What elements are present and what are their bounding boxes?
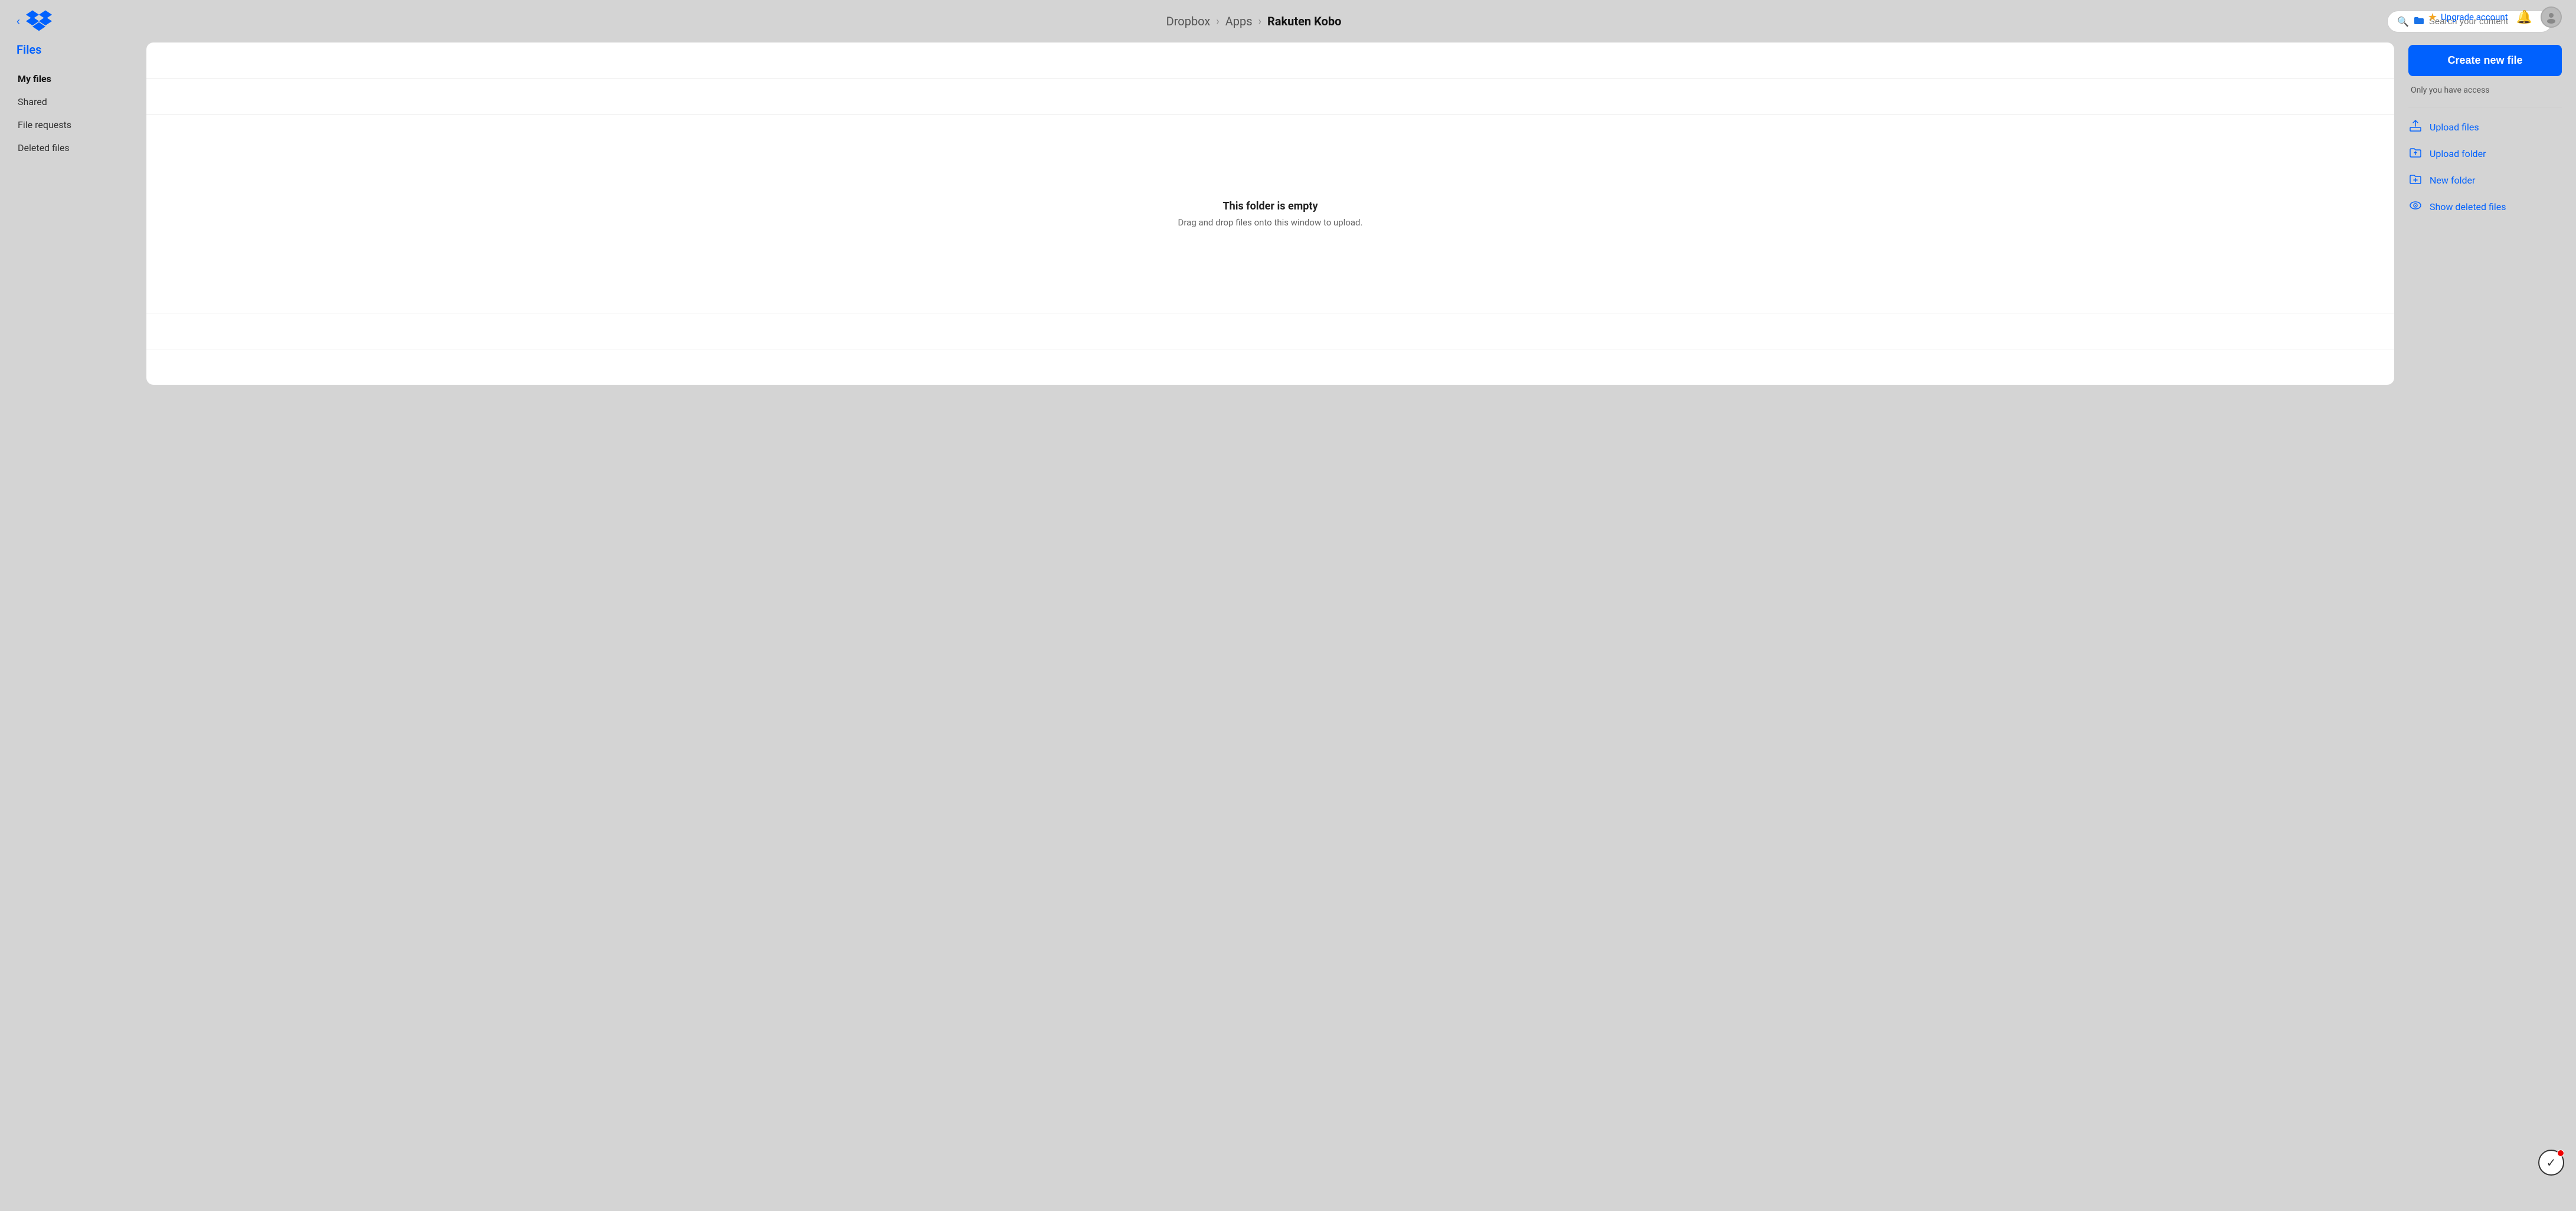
red-dot-badge (2557, 1150, 2564, 1157)
upload-folder-label: Upload folder (2430, 148, 2486, 159)
sidebar: Files My files Shared File requests Dele… (14, 42, 132, 1192)
sidebar-toggle-button[interactable]: ‹ (14, 13, 22, 30)
empty-state: This folder is empty Drag and drop files… (146, 114, 2394, 313)
new-folder-icon (2408, 172, 2423, 188)
upload-folder-action[interactable]: Upload folder (2408, 146, 2562, 162)
right-panel: Create new file Only you have access Upl… (2408, 42, 2562, 1192)
upgrade-label: Upgrade account (2441, 12, 2508, 22)
topbar: ‹ Dropbox › Apps › Rakuten Kobo 🔍 (0, 0, 2576, 42)
sidebar-item-shared[interactable]: Shared (14, 91, 132, 112)
new-folder-action[interactable]: New folder (2408, 172, 2562, 188)
show-deleted-label: Show deleted files (2430, 201, 2506, 212)
upgrade-account-link[interactable]: ★ Upgrade account (2428, 11, 2508, 24)
star-icon: ★ (2428, 11, 2437, 24)
new-folder-label: New folder (2430, 175, 2475, 186)
file-browser-row-1 (146, 78, 2394, 114)
notifications-button[interactable]: 🔔 (2513, 6, 2536, 28)
breadcrumb-sep2: › (1258, 15, 1261, 28)
show-deleted-icon (2408, 199, 2423, 215)
sidebar-nav: My files Shared File requests Deleted fi… (14, 68, 132, 158)
upload-files-label: Upload files (2430, 122, 2479, 133)
topbar-right-actions: ★ Upgrade account 🔔 (2428, 6, 2562, 28)
folder-filter-icon (2414, 16, 2424, 27)
checkmark-badge[interactable]: ✓ (2538, 1150, 2564, 1176)
dropbox-logo (26, 7, 52, 35)
panel-actions: Upload files Upload folder (2408, 119, 2562, 215)
sidebar-item-file-requests[interactable]: File requests (14, 114, 132, 135)
search-icon: 🔍 (2397, 16, 2409, 27)
file-browser-row-3 (146, 349, 2394, 385)
upload-files-action[interactable]: Upload files (2408, 119, 2562, 135)
create-new-file-button[interactable]: Create new file (2408, 45, 2562, 76)
logo-area: ‹ (14, 7, 120, 35)
file-browser: This folder is empty Drag and drop files… (146, 42, 2394, 385)
file-browser-header-row (146, 42, 2394, 78)
main-layout: Files My files Shared File requests Dele… (0, 42, 2576, 1206)
breadcrumb: Dropbox › Apps › Rakuten Kobo (1166, 14, 1342, 28)
sidebar-item-deleted-files[interactable]: Deleted files (14, 138, 132, 158)
empty-state-title: This folder is empty (1222, 200, 1318, 212)
sidebar-section-title: Files (14, 42, 132, 57)
breadcrumb-area: Dropbox › Apps › Rakuten Kobo (120, 14, 2387, 28)
breadcrumb-apps[interactable]: Apps (1225, 14, 1253, 28)
breadcrumb-current: Rakuten Kobo (1267, 14, 1341, 28)
show-deleted-files-action[interactable]: Show deleted files (2408, 199, 2562, 215)
sidebar-item-my-files[interactable]: My files (14, 68, 132, 89)
upload-folder-icon (2408, 146, 2423, 162)
breadcrumb-sep1: › (1216, 15, 1219, 28)
checkmark-icon: ✓ (2546, 1156, 2557, 1170)
file-browser-row-2 (146, 313, 2394, 349)
avatar[interactable] (2541, 6, 2562, 28)
empty-state-subtitle: Drag and drop files onto this window to … (1178, 217, 1363, 228)
access-text: Only you have access (2408, 86, 2562, 95)
content-area: This folder is empty Drag and drop files… (146, 42, 2394, 1192)
breadcrumb-root[interactable]: Dropbox (1166, 14, 1211, 28)
upload-files-icon (2408, 119, 2423, 135)
